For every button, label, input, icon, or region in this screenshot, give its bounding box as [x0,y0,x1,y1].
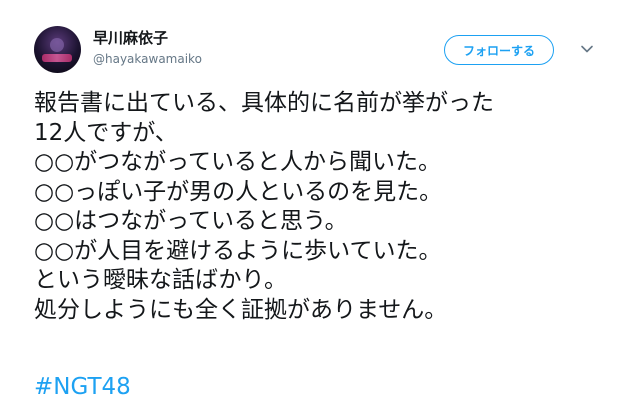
tweet-line: ○○がつながっていると人から聞いた。 [34,149,441,175]
hashtag-link[interactable]: #NGT48 [34,374,131,400]
tweet-card: 早川麻依子 @hayakawamaiko フォローする 報告書に出ている、具体的… [0,0,631,410]
tweet-line: ○○が人目を避けるように歩いていた。 [34,237,442,264]
avatar-detail [42,54,72,62]
tweet-line: 処分しようにも全く証拠がありません。 [34,296,448,323]
follow-button[interactable]: フォローする [444,35,554,65]
avatar-detail [50,38,64,52]
user-handle[interactable]: @hayakawamaiko [93,52,202,66]
tweet-line: ○○っぽい子が男の人といるのを見た。 [34,178,443,205]
chevron-down-icon[interactable] [580,42,594,56]
tweet-line: ○○はつながっていると思う。 [34,208,348,234]
avatar[interactable] [34,26,81,73]
tweet-line: 12人ですが、 [34,119,178,146]
tweet-line: 報告書に出ている、具体的に名前が挙がった [34,90,494,116]
tweet-line: という曖昧な話ばかり。 [34,267,287,293]
tweet-text: 報告書に出ている、具体的に名前が挙がった 12人ですが、 ○○がつながっていると… [34,89,624,325]
display-name[interactable]: 早川麻依子 [93,27,168,48]
